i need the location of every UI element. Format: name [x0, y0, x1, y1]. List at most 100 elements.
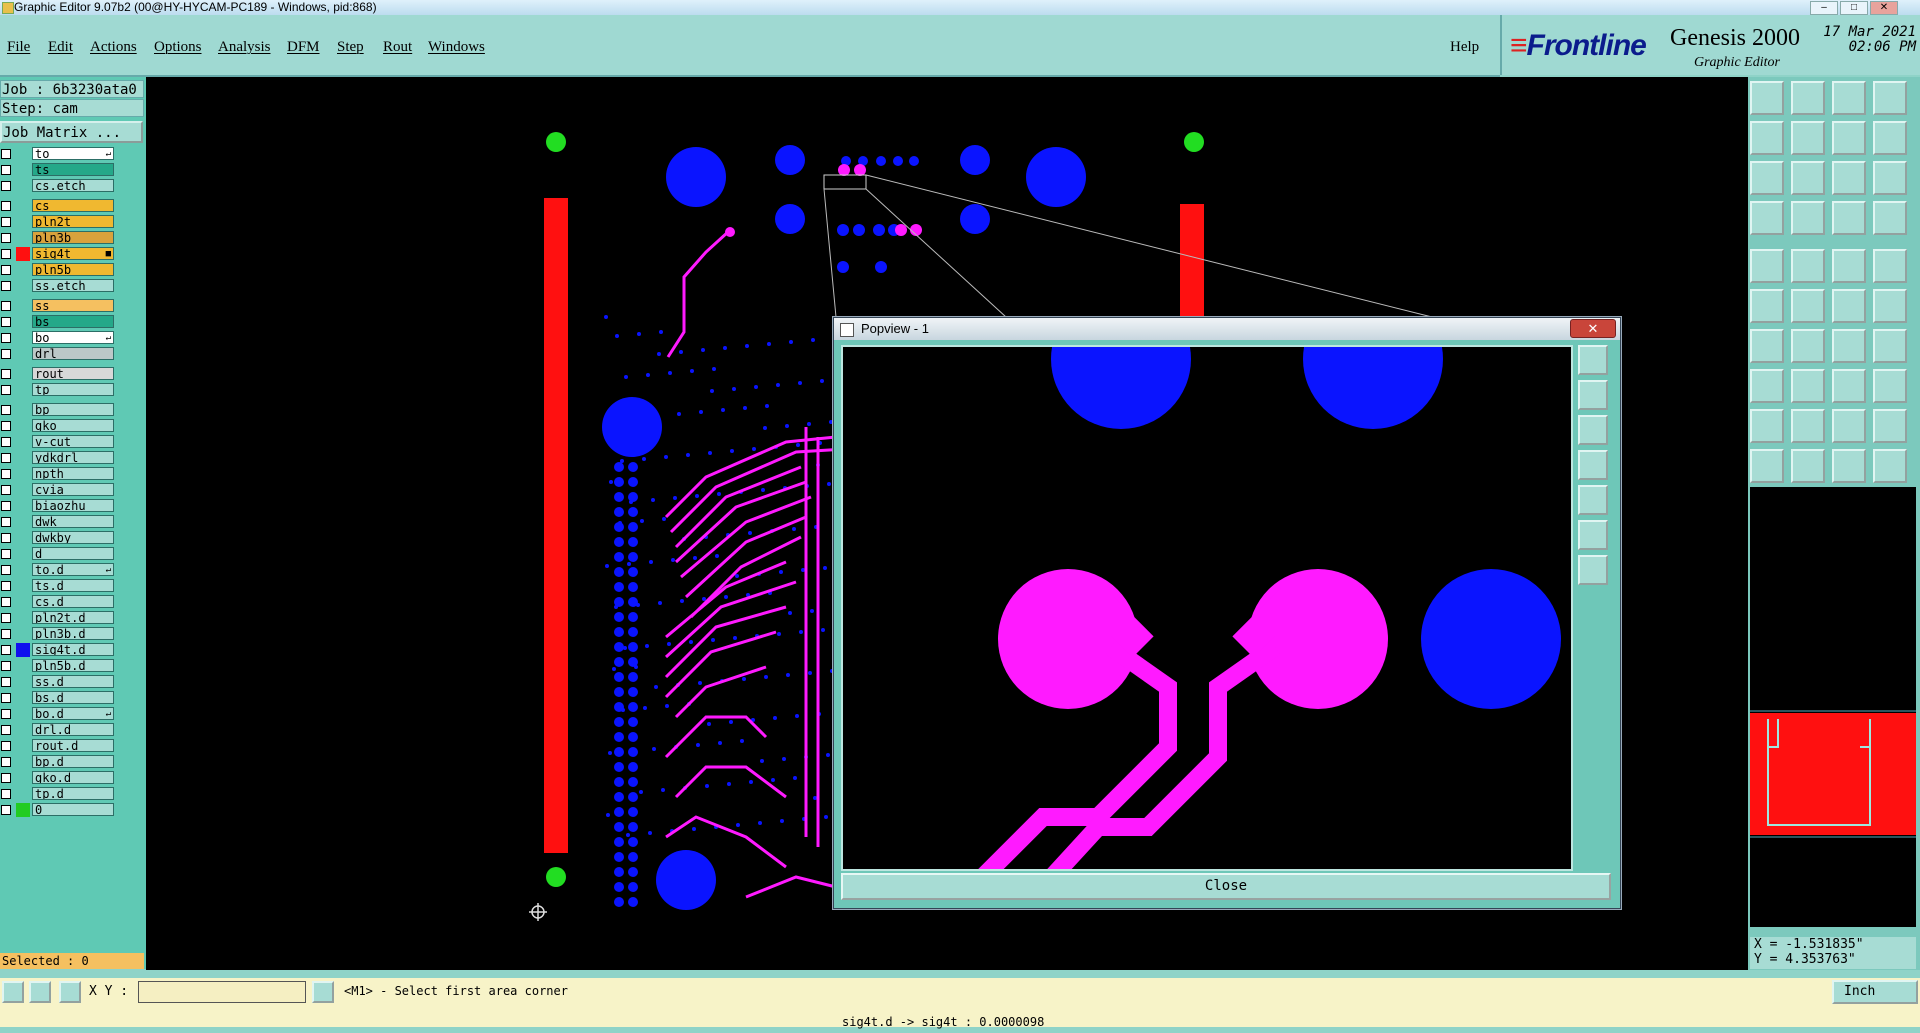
- layer-name[interactable]: pln2t: [32, 215, 114, 228]
- layer-checkbox[interactable]: [1, 533, 11, 543]
- job-matrix-button[interactable]: Job Matrix ...: [0, 121, 143, 143]
- menu-options[interactable]: Options: [154, 39, 202, 56]
- layer-row[interactable]: pln3b.d: [0, 627, 120, 641]
- layer-checkbox[interactable]: [1, 405, 11, 415]
- layer-checkbox[interactable]: [1, 421, 11, 431]
- menu-actions[interactable]: Actions: [90, 39, 137, 56]
- layer-row[interactable]: cvia: [0, 483, 120, 497]
- tool-button-37[interactable]: [1750, 449, 1784, 483]
- layer-row[interactable]: ts.d: [0, 579, 120, 593]
- layer-checkbox[interactable]: [1, 385, 11, 395]
- layer-checkbox[interactable]: [1, 165, 11, 175]
- layer-name[interactable]: biaozhu: [32, 499, 114, 512]
- layer-name[interactable]: ydkdrl: [32, 451, 114, 464]
- layer-name[interactable]: cvia: [32, 483, 114, 496]
- menu-windows[interactable]: Windows: [428, 39, 485, 56]
- layer-row[interactable]: sig4t.d: [0, 643, 120, 657]
- layer-row[interactable]: bp.d: [0, 755, 120, 769]
- tool-button-15[interactable]: [1832, 201, 1866, 235]
- layer-row[interactable]: bs: [0, 315, 120, 329]
- layer-name[interactable]: to.d ↵: [32, 563, 114, 576]
- tool-button-26[interactable]: [1791, 329, 1825, 363]
- popview-tool-1[interactable]: [1578, 345, 1608, 375]
- tool-button-23[interactable]: [1832, 289, 1866, 323]
- layer-row[interactable]: d: [0, 547, 120, 561]
- layer-row[interactable]: ydkdrl: [0, 451, 120, 465]
- layer-checkbox[interactable]: [1, 597, 11, 607]
- layer-row[interactable]: sig4t ■: [0, 247, 120, 261]
- layer-name[interactable]: ss.d: [32, 675, 114, 688]
- layer-checkbox[interactable]: [1, 805, 11, 815]
- layer-row[interactable]: drl.d: [0, 723, 120, 737]
- layer-name[interactable]: bs: [32, 315, 114, 328]
- tool-button-27[interactable]: [1832, 329, 1866, 363]
- layer-name[interactable]: v-cut: [32, 435, 114, 448]
- tool-button-35[interactable]: [1832, 409, 1866, 443]
- layer-row[interactable]: to.d ↵: [0, 563, 120, 577]
- xy-input[interactable]: [138, 981, 306, 1003]
- layer-row[interactable]: to ↵: [0, 147, 120, 161]
- tool-button-4[interactable]: [1873, 81, 1907, 115]
- tool-button-12[interactable]: [1873, 161, 1907, 195]
- layer-checkbox[interactable]: [1, 757, 11, 767]
- tool-button-24[interactable]: [1873, 289, 1907, 323]
- menu-dfm[interactable]: DFM: [287, 39, 320, 56]
- tool-button-34[interactable]: [1791, 409, 1825, 443]
- layer-row[interactable]: pln5b: [0, 263, 120, 277]
- layer-checkbox[interactable]: [1, 517, 11, 527]
- menu-rout[interactable]: Rout: [383, 39, 412, 56]
- layer-row[interactable]: ss.etch: [0, 279, 120, 293]
- layer-checkbox[interactable]: [1, 217, 11, 227]
- layer-name[interactable]: ts: [32, 163, 114, 176]
- tool-button-14[interactable]: [1791, 201, 1825, 235]
- layer-checkbox[interactable]: [1, 149, 11, 159]
- popview-zoom-home-icon[interactable]: [1578, 555, 1608, 585]
- tool-button-10[interactable]: [1791, 161, 1825, 195]
- layer-name[interactable]: pln3b: [32, 231, 114, 244]
- popview-close-button[interactable]: Close: [841, 873, 1611, 900]
- layer-name[interactable]: tp: [32, 383, 114, 396]
- layer-checkbox[interactable]: [1, 549, 11, 559]
- layer-name[interactable]: cs.d: [32, 595, 114, 608]
- layer-row[interactable]: tp: [0, 383, 120, 397]
- popview-canvas[interactable]: [841, 345, 1573, 871]
- layer-row[interactable]: rout: [0, 367, 120, 381]
- layer-checkbox[interactable]: [1, 645, 11, 655]
- layer-row[interactable]: gko.d: [0, 771, 120, 785]
- tool-button-31[interactable]: [1832, 369, 1866, 403]
- minimize-button[interactable]: –: [1810, 1, 1838, 15]
- tool-button-5[interactable]: [1750, 121, 1784, 155]
- popview-tool-5[interactable]: [1578, 485, 1608, 515]
- layer-row[interactable]: npth: [0, 467, 120, 481]
- overview-map[interactable]: [1750, 487, 1916, 927]
- menu-analysis[interactable]: Analysis: [218, 39, 271, 56]
- layer-checkbox[interactable]: [1, 469, 11, 479]
- popview-zoom-fit-icon[interactable]: [1578, 520, 1608, 550]
- layer-name[interactable]: sig4t ■: [32, 247, 114, 260]
- layer-checkbox[interactable]: [1, 501, 11, 511]
- layer-checkbox[interactable]: [1, 453, 11, 463]
- layer-name[interactable]: dwk: [32, 515, 114, 528]
- popview-close-x-button[interactable]: ✕: [1570, 319, 1616, 338]
- tool-button-3[interactable]: [1832, 81, 1866, 115]
- tool-button-17[interactable]: [1750, 249, 1784, 283]
- layer-checkbox[interactable]: [1, 437, 11, 447]
- window-close-button[interactable]: ✕: [1870, 1, 1898, 15]
- layer-row[interactable]: v-cut: [0, 435, 120, 449]
- layer-checkbox[interactable]: [1, 181, 11, 191]
- layer-name[interactable]: gko: [32, 419, 114, 432]
- layer-checkbox[interactable]: [1, 565, 11, 575]
- layer-row[interactable]: tp.d: [0, 787, 120, 801]
- layer-checkbox[interactable]: [1, 333, 11, 343]
- layer-row[interactable]: gko: [0, 419, 120, 433]
- layer-row[interactable]: ts: [0, 163, 120, 177]
- layer-row[interactable]: bo ↵: [0, 331, 120, 345]
- layer-checkbox[interactable]: [1, 233, 11, 243]
- tool-button-40[interactable]: [1873, 449, 1907, 483]
- layer-name[interactable]: npth: [32, 467, 114, 480]
- grid-icon[interactable]: [59, 981, 81, 1003]
- popview-tool-2[interactable]: [1578, 380, 1608, 410]
- menu-step[interactable]: Step: [337, 39, 364, 56]
- menu-file[interactable]: File: [7, 39, 30, 56]
- layer-checkbox[interactable]: [1, 613, 11, 623]
